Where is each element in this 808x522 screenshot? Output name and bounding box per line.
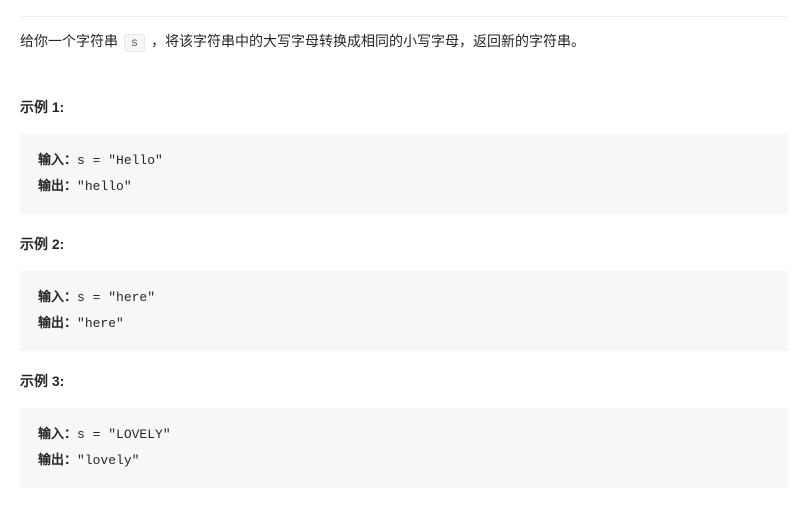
example-output-row: 输出："hello" [38, 174, 770, 200]
output-value: "here" [77, 316, 124, 331]
example-output-row: 输出："lovely" [38, 448, 770, 474]
description-post: ，将该字符串中的大写字母转换成相同的小写字母，返回新的字符串。 [151, 33, 585, 49]
output-label: 输出： [38, 316, 77, 331]
example-block-1: 输入：s = "Hello" 输出："hello" [20, 134, 788, 214]
example-input-row: 输入：s = "Hello" [38, 148, 770, 174]
input-label: 输入： [38, 153, 77, 168]
input-value: s = "Hello" [77, 153, 163, 168]
output-value: "hello" [77, 179, 132, 194]
example-block-3: 输入：s = "LOVELY" 输出："lovely" [20, 408, 788, 488]
example-title-1: 示例 1: [20, 95, 788, 120]
input-label: 输入： [38, 290, 77, 305]
example-block-2: 输入：s = "here" 输出："here" [20, 271, 788, 351]
example-input-row: 输入：s = "here" [38, 285, 770, 311]
output-label: 输出： [38, 179, 77, 194]
input-value: s = "here" [77, 290, 155, 305]
problem-statement: 给你一个字符串 s ，将该字符串中的大写字母转换成相同的小写字母，返回新的字符串… [20, 29, 788, 55]
example-title-2: 示例 2: [20, 232, 788, 257]
example-input-row: 输入：s = "LOVELY" [38, 422, 770, 448]
input-value: s = "LOVELY" [77, 427, 171, 442]
description-pre: 给你一个字符串 [20, 33, 122, 49]
top-divider [20, 16, 788, 17]
example-output-row: 输出："here" [38, 311, 770, 337]
input-label: 输入： [38, 427, 77, 442]
inline-code-var: s [124, 34, 145, 52]
output-label: 输出： [38, 453, 77, 468]
example-title-3: 示例 3: [20, 369, 788, 394]
output-value: "lovely" [77, 453, 139, 468]
